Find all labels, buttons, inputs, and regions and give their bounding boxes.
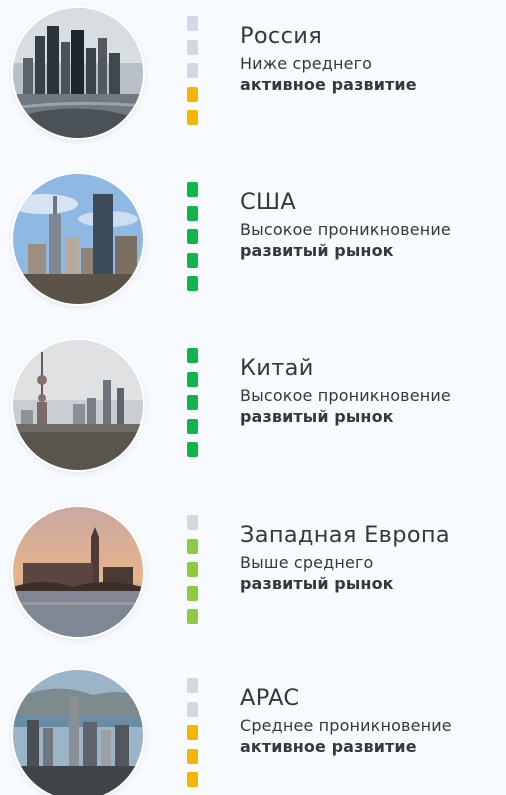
region-info: Западная Европа Выше среднего развитый р… — [240, 521, 506, 595]
indicator-segment — [187, 205, 198, 221]
region-row-western-europe: Западная Европа Выше среднего развитый р… — [0, 507, 506, 637]
indicator-segment — [187, 609, 198, 624]
indicator-segment — [187, 562, 198, 577]
usa-city-photo — [13, 174, 143, 304]
market-stage: активное развитие — [240, 737, 417, 756]
market-stage: развитый рынок — [240, 407, 394, 426]
china-city-photo — [13, 340, 143, 470]
indicator-segment — [187, 86, 198, 102]
region-name: США — [240, 189, 297, 215]
region-info: Россия Ниже среднего активное развитие — [240, 22, 506, 96]
region-name: Россия — [240, 23, 323, 49]
region-name: APAC — [240, 685, 300, 711]
penetration-indicator — [187, 678, 199, 795]
indicator-segment — [187, 39, 198, 55]
apac-city-photo — [13, 670, 143, 795]
indicator-segment — [187, 16, 198, 31]
indicator-segment — [187, 371, 198, 387]
penetration-level: Выше среднего — [240, 553, 374, 572]
indicator-segment — [187, 442, 198, 457]
indicator-segment — [187, 748, 198, 764]
region-name: Западная Европа — [240, 522, 450, 548]
indicator-segment — [187, 252, 198, 268]
region-row-china: Китай Высокое проникновение развитый рын… — [0, 340, 506, 470]
indicator-segment — [187, 395, 198, 410]
region-row-apac: APAC Среднее проникновение активное разв… — [0, 670, 506, 795]
region-row-usa: США Высокое проникновение развитый рынок — [0, 174, 506, 304]
region-info: США Высокое проникновение развитый рынок — [240, 188, 506, 262]
indicator-segment — [187, 348, 198, 363]
indicator-segment — [187, 701, 198, 717]
penetration-level: Среднее проникновение — [240, 716, 452, 735]
penetration-level: Ниже среднего — [240, 54, 373, 73]
indicator-segment — [187, 229, 198, 244]
penetration-indicator — [187, 182, 199, 300]
indicator-segment — [187, 63, 198, 78]
indicator-segment — [187, 515, 198, 530]
indicator-segment — [187, 110, 198, 125]
penetration-level: Высокое проникновение — [240, 386, 451, 405]
penetration-indicator — [187, 16, 199, 134]
europe-city-photo — [13, 507, 143, 637]
market-stage: развитый рынок — [240, 241, 394, 260]
market-stage: развитый рынок — [240, 574, 394, 593]
indicator-segment — [187, 585, 198, 601]
russia-city-photo — [13, 8, 143, 138]
indicator-segment — [187, 678, 198, 693]
indicator-segment — [187, 276, 198, 291]
penetration-indicator — [187, 348, 199, 466]
indicator-segment — [187, 182, 198, 197]
region-info: APAC Среднее проникновение активное разв… — [240, 684, 506, 758]
indicator-segment — [187, 538, 198, 554]
market-penetration-list: Россия Ниже среднего активное развитие С… — [0, 0, 506, 795]
region-info: Китай Высокое проникновение развитый рын… — [240, 354, 506, 428]
region-name: Китай — [240, 355, 314, 381]
penetration-indicator — [187, 515, 199, 633]
indicator-segment — [187, 418, 198, 434]
indicator-segment — [187, 725, 198, 740]
indicator-segment — [187, 772, 198, 787]
penetration-level: Высокое проникновение — [240, 220, 451, 239]
market-stage: активное развитие — [240, 75, 417, 94]
region-row-russia: Россия Ниже среднего активное развитие — [0, 8, 506, 138]
